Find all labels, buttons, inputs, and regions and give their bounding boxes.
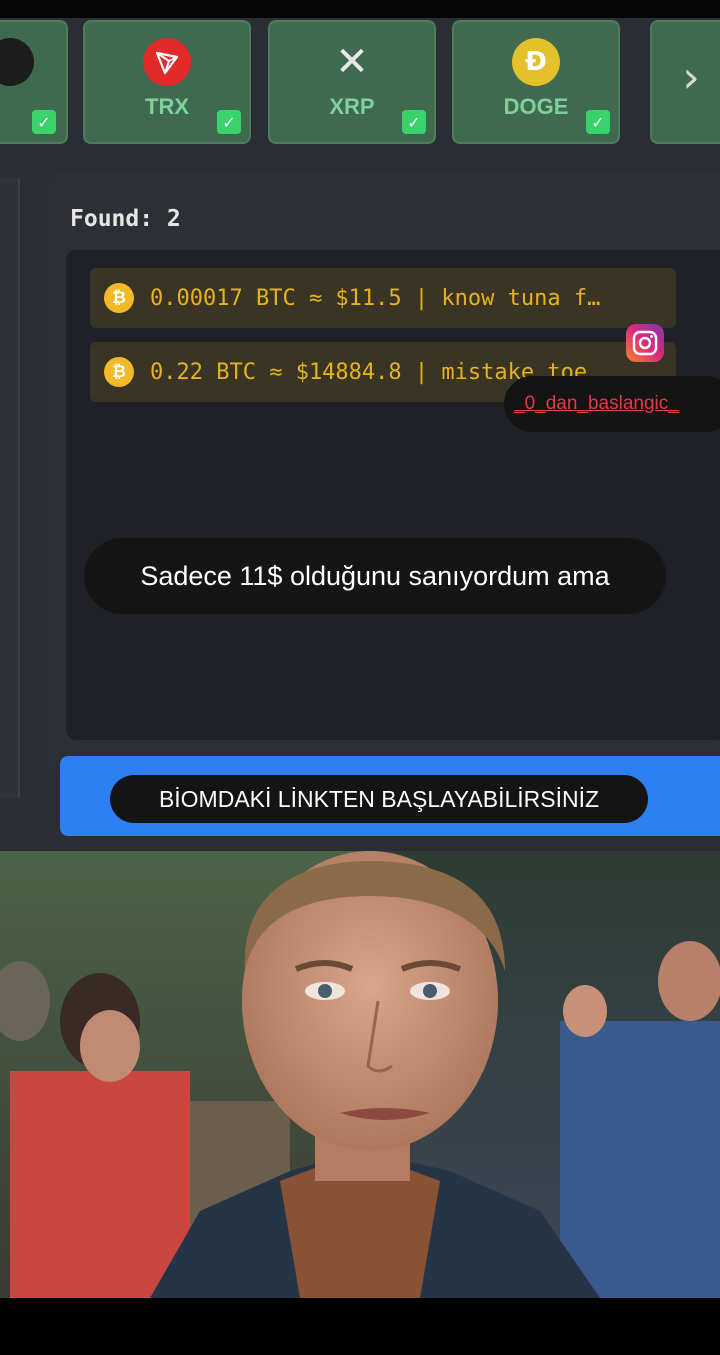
- checkbox-checked-icon[interactable]: ✓: [217, 110, 241, 134]
- tron-icon: [143, 38, 191, 86]
- dogecoin-icon: Ð: [512, 38, 560, 86]
- top-letterbox: [0, 0, 720, 18]
- coin-logo-icon: [0, 38, 34, 86]
- found-count: Found: 2: [70, 206, 181, 232]
- caption-text: Sadece 11$ olduğunu sanıyordum ama: [140, 560, 610, 591]
- bitcoin-icon: ₿: [104, 283, 134, 313]
- checkbox-checked-icon[interactable]: ✓: [586, 110, 610, 134]
- crypto-scanner-screen: ✓ TRX ✓ ✕ XRP ✓ Ð DOGE ✓ › Found: 2 ₿ 0.…: [0, 18, 720, 851]
- cta-text: BİOMDAKİ LİNKTEN BAŞLAYABİLİRSİNİZ: [158, 785, 600, 812]
- side-panel-edge: [0, 178, 20, 798]
- checkbox-checked-icon[interactable]: ✓: [32, 110, 56, 134]
- xrp-icon: ✕: [335, 39, 369, 85]
- bitcoin-icon: ₿: [104, 357, 134, 387]
- result-row[interactable]: ₿ 0.00017 BTC ≈ $11.5 | know tuna f…: [90, 268, 676, 328]
- coin-card-doge[interactable]: Ð DOGE ✓: [452, 20, 620, 144]
- coin-card-partial[interactable]: ✓: [0, 20, 68, 144]
- reaction-photo: [0, 851, 720, 1298]
- instagram-handle-badge[interactable]: _0_dan_baslangic_: [504, 376, 720, 432]
- coin-card-trx[interactable]: TRX ✓: [83, 20, 251, 144]
- bottom-letterbox: [0, 1298, 720, 1355]
- checkbox-checked-icon[interactable]: ✓: [402, 110, 426, 134]
- result-text: 0.00017 BTC ≈ $11.5 | know tuna f…: [150, 285, 601, 311]
- instagram-icon: [626, 324, 664, 362]
- instagram-handle: _0_dan_baslangic_: [514, 393, 679, 414]
- chevron-right-icon[interactable]: ›: [666, 42, 716, 112]
- video-caption: Sadece 11$ olduğunu sanıyordum ama: [84, 538, 666, 614]
- cta-caption: BİOMDAKİ LİNKTEN BAŞLAYABİLİRSİNİZ: [110, 775, 648, 823]
- coin-card-xrp[interactable]: ✕ XRP ✓: [268, 20, 436, 144]
